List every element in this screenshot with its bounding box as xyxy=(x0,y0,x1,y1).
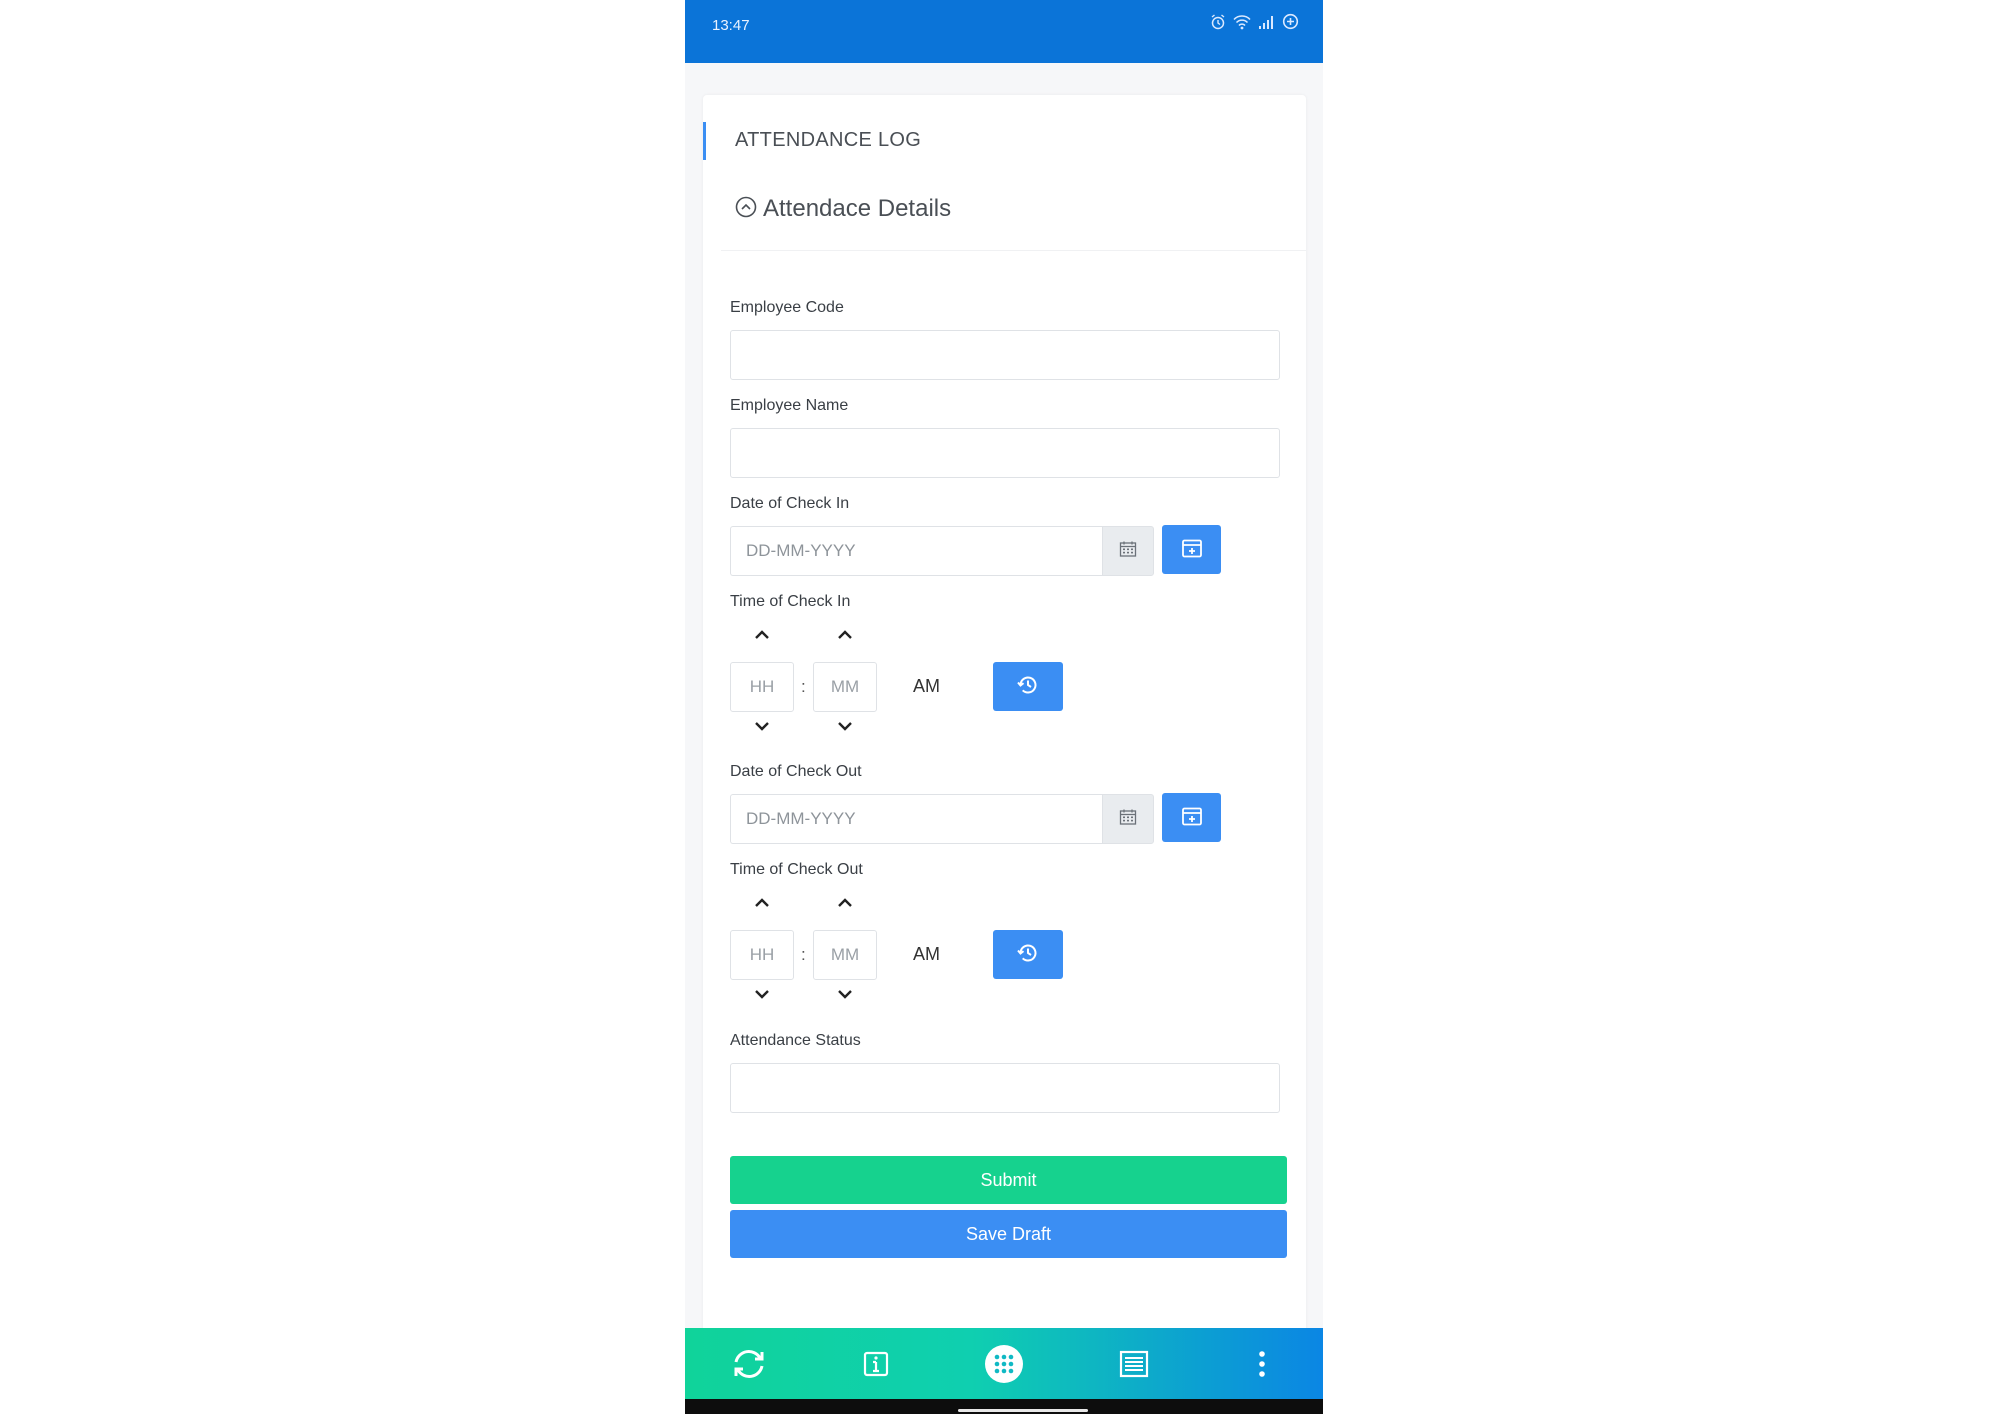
checkin-calendar-addon[interactable] xyxy=(1102,526,1154,576)
title-accent-bar xyxy=(703,122,706,160)
checkout-minute-down-button[interactable] xyxy=(833,984,857,1004)
bottom-nav xyxy=(685,1328,1323,1399)
checkin-date-picker-button[interactable] xyxy=(1162,525,1221,574)
section-divider xyxy=(721,250,1306,251)
checkin-hour-up-button[interactable] xyxy=(750,625,774,645)
attendance-status-label: Attendance Status xyxy=(730,1032,861,1049)
checkout-time-picker-button[interactable] xyxy=(993,930,1063,979)
collapse-chevron-icon[interactable] xyxy=(735,196,757,223)
submit-button[interactable]: Submit xyxy=(730,1156,1287,1204)
info-icon[interactable] xyxy=(854,1342,898,1386)
checkout-minute-input[interactable] xyxy=(813,930,877,980)
gesture-navigation-bar xyxy=(685,1399,1323,1414)
phone-screen: 13:47 ATTENDANCE LOG Attendace Details E… xyxy=(685,0,1323,1414)
checkout-minute-up-button[interactable] xyxy=(833,893,857,913)
calendar-add-icon xyxy=(1181,805,1203,830)
checkin-time-label: Time of Check In xyxy=(730,593,851,610)
checkout-date-picker-button[interactable] xyxy=(1162,793,1221,842)
checkout-calendar-addon[interactable] xyxy=(1102,794,1154,844)
signal-icon xyxy=(1258,14,1275,30)
wifi-icon xyxy=(1233,14,1251,30)
alarm-icon xyxy=(1210,13,1226,30)
data-saver-icon xyxy=(1282,13,1299,30)
attendance-status-input[interactable] xyxy=(730,1063,1280,1113)
checkin-hour-down-button[interactable] xyxy=(750,716,774,736)
checkout-hour-input[interactable] xyxy=(730,930,794,980)
checkin-minute-down-button[interactable] xyxy=(833,716,857,736)
page-title: ATTENDANCE LOG xyxy=(735,129,922,151)
list-icon[interactable] xyxy=(1112,1342,1156,1386)
checkin-date-input[interactable] xyxy=(730,526,1102,576)
calendar-icon xyxy=(1119,540,1137,563)
home-gesture-handle[interactable] xyxy=(958,1409,1088,1412)
checkin-hour-input[interactable] xyxy=(730,662,794,712)
checkin-period-toggle[interactable]: AM xyxy=(913,676,940,697)
checkout-date-label: Date of Check Out xyxy=(730,763,862,780)
checkout-date-input[interactable] xyxy=(730,794,1102,844)
checkin-time-separator: : xyxy=(801,677,806,696)
employee-code-label: Employee Code xyxy=(730,299,844,316)
attendance-card: ATTENDANCE LOG Attendace Details Employe… xyxy=(703,95,1306,1335)
status-bar: 13:47 xyxy=(685,0,1323,63)
save-draft-button[interactable]: Save Draft xyxy=(730,1210,1287,1258)
employee-name-label: Employee Name xyxy=(730,397,849,414)
employee-name-input[interactable] xyxy=(730,428,1280,478)
calendar-add-icon xyxy=(1181,537,1203,562)
checkout-time-separator: : xyxy=(801,945,806,964)
calendar-icon xyxy=(1119,808,1137,831)
checkout-hour-down-button[interactable] xyxy=(750,984,774,1004)
checkout-time-label: Time of Check Out xyxy=(730,861,863,878)
sync-icon[interactable] xyxy=(727,1342,771,1386)
section-header[interactable]: Attendace Details xyxy=(735,195,951,223)
clock-history-icon xyxy=(1016,673,1040,700)
section-title: Attendace Details xyxy=(763,195,952,222)
checkin-minute-input[interactable] xyxy=(813,662,877,712)
clock-history-icon xyxy=(1016,941,1040,968)
checkin-time-picker-button[interactable] xyxy=(993,662,1063,711)
employee-code-input[interactable] xyxy=(730,330,1280,380)
status-icons xyxy=(1210,13,1299,30)
more-vertical-icon[interactable] xyxy=(1240,1342,1284,1386)
apps-grid-icon[interactable] xyxy=(982,1342,1026,1386)
checkout-period-toggle[interactable]: AM xyxy=(913,944,940,965)
checkin-minute-up-button[interactable] xyxy=(833,625,857,645)
checkout-hour-up-button[interactable] xyxy=(750,893,774,913)
checkin-date-label: Date of Check In xyxy=(730,495,850,512)
status-time: 13:47 xyxy=(712,17,750,34)
